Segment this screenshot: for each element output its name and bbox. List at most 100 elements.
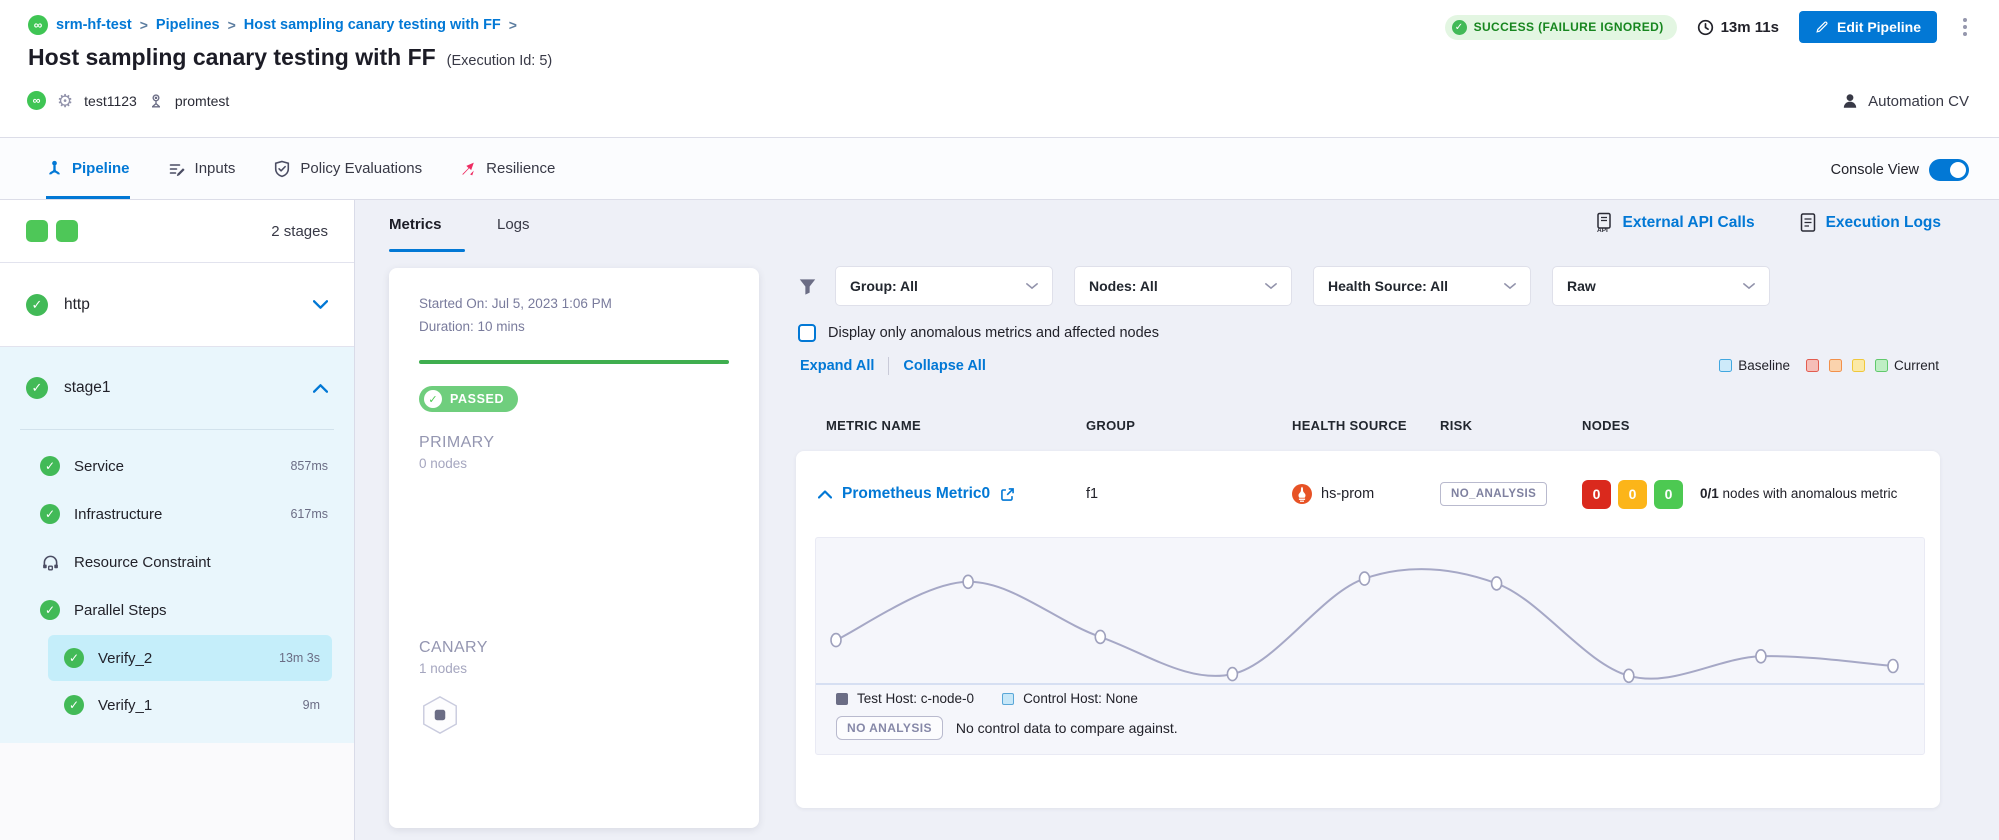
sidebar-step-parallel-steps[interactable]: ✓ Parallel Steps — [0, 586, 354, 634]
tab-resilience-label: Resilience — [486, 160, 555, 177]
control-host-label: Control Host: None — [1023, 691, 1138, 706]
breadcrumb-separator: > — [509, 17, 517, 33]
pipeline-icon — [46, 160, 63, 177]
chevron-up-icon[interactable] — [313, 384, 328, 393]
passed-badge: ✓ PASSED — [419, 386, 518, 412]
host-legend: Test Host: c-node-0 Control Host: None — [816, 691, 1924, 706]
step-label: Infrastructure — [74, 506, 162, 523]
control-host-swatch — [1002, 693, 1014, 705]
collapse-row-chevron-icon[interactable] — [818, 490, 832, 499]
console-view-toggle[interactable] — [1929, 159, 1969, 181]
health-source-name: hs-prom — [1321, 486, 1374, 502]
nodes-summary: 0/1 nodes with anomalous metric — [1700, 484, 1900, 504]
sidebar-stage-stage1[interactable]: ✓ stage1 — [0, 347, 354, 429]
filter-funnel-icon[interactable] — [798, 277, 817, 296]
current-orange-swatch — [1829, 359, 1842, 372]
metric-row-card: Prometheus Metric0 f1 — [796, 451, 1940, 808]
external-api-calls-link[interactable]: API External API Calls — [1594, 212, 1755, 233]
chart-color-legend: Baseline Current — [1719, 358, 1939, 373]
success-check-icon: ✓ — [40, 600, 60, 620]
status-badge-label: SUCCESS (FAILURE IGNORED) — [1474, 20, 1664, 34]
success-check-icon: ✓ — [64, 648, 84, 668]
current-label: Current — [1894, 358, 1939, 373]
tab-metrics[interactable]: Metrics — [389, 216, 442, 233]
external-link-icon[interactable] — [1000, 487, 1015, 502]
chevron-down-icon — [1265, 282, 1277, 290]
artifact-name: promtest — [175, 93, 229, 109]
step-duration: 617ms — [290, 507, 328, 521]
divider — [888, 357, 889, 375]
breadcrumb: ∞ srm-hf-test > Pipelines > Host samplin… — [28, 15, 517, 35]
console-view-label: Console View — [1831, 162, 1919, 178]
verification-summary-card: Started On: Jul 5, 2023 1:06 PM Duration… — [389, 268, 759, 828]
tab-inputs-label: Inputs — [195, 160, 236, 177]
tab-logs[interactable]: Logs — [497, 216, 530, 233]
breadcrumb-pipelines[interactable]: Pipelines — [156, 17, 220, 33]
success-check-icon: ✓ — [64, 695, 84, 715]
group-filter-dropdown[interactable]: Group: All — [835, 266, 1053, 306]
anomalous-checkbox-label: Display only anomalous metrics and affec… — [828, 325, 1159, 341]
step-label: Resource Constraint — [74, 554, 211, 571]
stage-label: stage1 — [64, 379, 111, 397]
col-metric-name: METRIC NAME — [796, 418, 1086, 433]
metric-sparkline-chart[interactable] — [816, 538, 1924, 688]
canary-node-hexagon[interactable] — [419, 694, 729, 736]
progress-bar — [419, 360, 729, 364]
success-check-icon: ✓ — [26, 377, 48, 399]
test-host-swatch — [836, 693, 848, 705]
sidebar-step-verify-1[interactable]: ✓ Verify_1 9m — [48, 682, 332, 728]
tab-policy-evaluations[interactable]: Policy Evaluations — [273, 138, 422, 199]
clock-icon — [1697, 19, 1714, 36]
col-group: GROUP — [1086, 418, 1292, 433]
no-analysis-badge: NO ANALYSIS — [836, 716, 943, 740]
anomalous-node-count-yellow: 0 — [1618, 480, 1647, 509]
col-risk: RISK — [1440, 418, 1582, 433]
breadcrumb-pipeline-name[interactable]: Host sampling canary testing with FF — [244, 17, 501, 33]
chevron-down-icon[interactable] — [313, 300, 328, 309]
sidebar-step-infrastructure[interactable]: ✓ Infrastructure 617ms — [0, 490, 354, 538]
step-label: Verify_2 — [98, 650, 152, 667]
stage1-section: ✓ stage1 ✓ Service 857ms ✓ Infrast — [0, 347, 354, 743]
baseline-swatch — [1719, 359, 1732, 372]
sidebar-step-verify-2[interactable]: ✓ Verify_2 13m 3s — [48, 635, 332, 681]
breadcrumb-project[interactable]: srm-hf-test — [56, 17, 132, 33]
data-mode-value: Raw — [1567, 278, 1596, 294]
health-source-filter-dropdown[interactable]: Health Source: All — [1313, 266, 1531, 306]
collapse-all-link[interactable]: Collapse All — [903, 358, 985, 374]
step-duration: 13m 3s — [279, 651, 320, 665]
step-list: ✓ Service 857ms ✓ Infrastructure 617ms — [0, 430, 354, 743]
primary-label: PRIMARY — [419, 434, 729, 452]
sidebar-step-resource-constraint[interactable]: Resource Constraint — [0, 538, 354, 586]
execution-logs-link[interactable]: Execution Logs — [1799, 212, 1941, 233]
more-options-menu[interactable] — [1957, 14, 1973, 40]
data-mode-dropdown[interactable]: Raw — [1552, 266, 1770, 306]
step-duration: 857ms — [290, 459, 328, 473]
queue-icon — [41, 553, 60, 572]
table-row: Prometheus Metric0 f1 — [796, 451, 1940, 537]
health-source-filter-value: Health Source: All — [1328, 278, 1448, 294]
stage-summary-header: 2 stages — [0, 200, 354, 263]
nodes-filter-dropdown[interactable]: Nodes: All — [1074, 266, 1292, 306]
edit-pipeline-button[interactable]: Edit Pipeline — [1799, 11, 1937, 43]
anomalous-checkbox[interactable] — [798, 324, 816, 342]
tab-inputs[interactable]: Inputs — [168, 138, 236, 199]
log-links: API External API Calls Execution Logs — [1594, 212, 1942, 233]
verification-duration: Duration: 10 mins — [419, 319, 729, 334]
tab-pipeline[interactable]: Pipeline — [46, 138, 130, 199]
sidebar-step-service[interactable]: ✓ Service 857ms — [0, 442, 354, 490]
step-label: Parallel Steps — [74, 602, 167, 619]
group-filter-value: Group: All — [850, 278, 918, 294]
metrics-panel: API External API Calls Execution Logs — [765, 200, 1999, 840]
gear-icon: ⚙ — [57, 92, 73, 110]
expand-collapse-controls: Expand All Collapse All — [800, 357, 986, 375]
page-title: Host sampling canary testing with FF — [28, 44, 436, 71]
harness-project-icon: ∞ — [28, 15, 48, 35]
stage-sidebar: 2 stages ✓ http ✓ stage1 — [0, 200, 355, 840]
expand-all-link[interactable]: Expand All — [800, 358, 874, 374]
metric-name-link[interactable]: Prometheus Metric0 — [842, 485, 990, 503]
chevron-down-icon — [1504, 282, 1516, 290]
step-duration: 9m — [303, 698, 320, 712]
current-green-swatch — [1875, 359, 1888, 372]
tab-resilience[interactable]: Resilience — [460, 138, 555, 199]
sidebar-stage-http[interactable]: ✓ http — [0, 263, 354, 347]
